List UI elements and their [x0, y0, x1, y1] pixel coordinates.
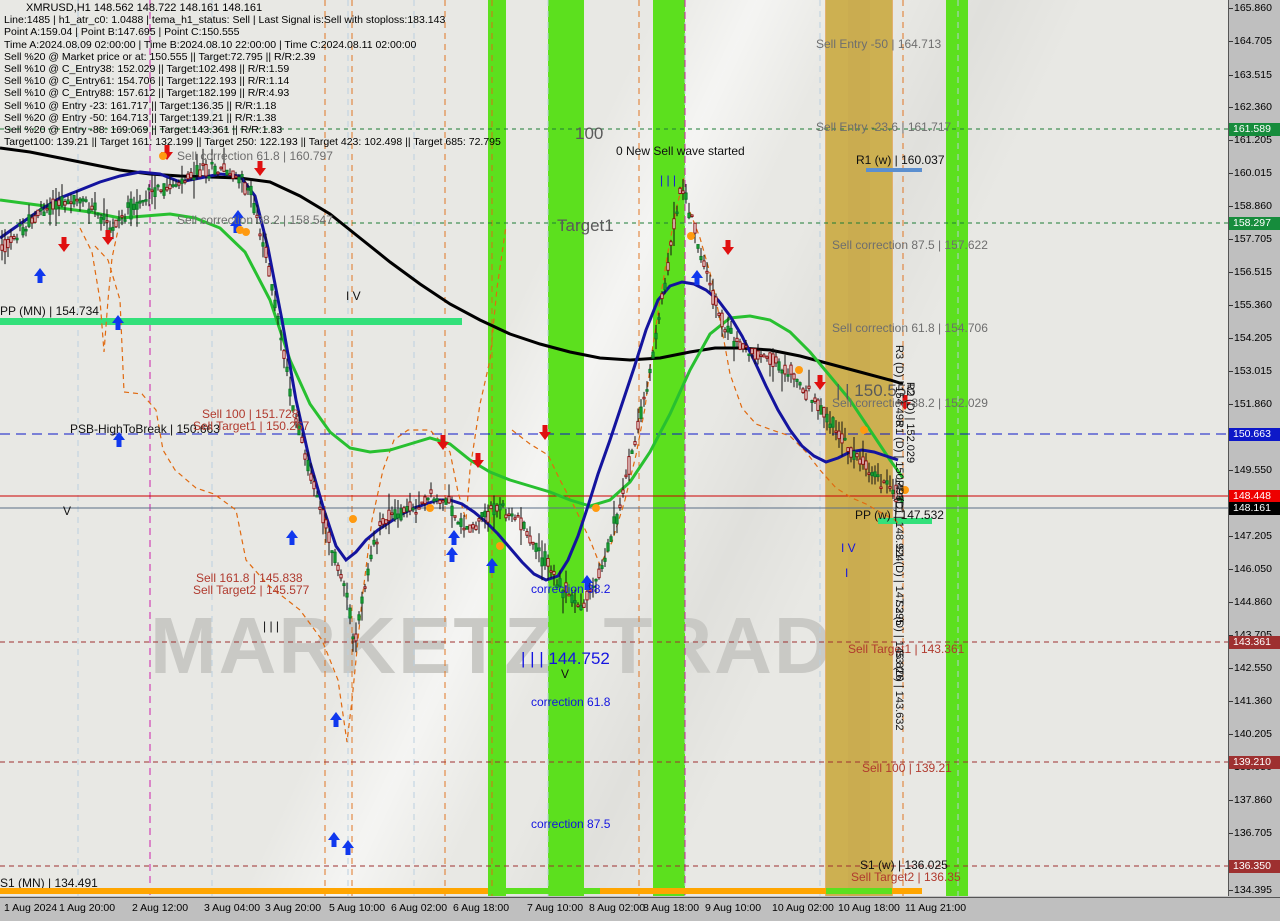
- price-tick-label: 164.705: [1234, 35, 1272, 47]
- price-tick-label: 156.515: [1234, 266, 1272, 278]
- session-bar: [488, 888, 600, 894]
- price-tick-mark: [1229, 470, 1233, 471]
- chart-info-line: Sell %10 @ C_Entry88: 157.612 || Target:…: [4, 87, 290, 100]
- price-tag[interactable]: 148.161: [1229, 502, 1280, 515]
- price-tick-label: 144.860: [1234, 596, 1272, 608]
- chart-plot-area[interactable]: MARKETZI TRADE Sell Entry -50 | 164.713 …: [0, 0, 1229, 896]
- price-tick-label: 151.860: [1234, 398, 1272, 410]
- time-tick-label: 8 Aug 02:00: [589, 902, 646, 914]
- price-tag[interactable]: 143.361: [1229, 636, 1280, 649]
- time-tick-label: 7 Aug 10:00: [527, 902, 584, 914]
- price-tick-label: 141.360: [1234, 695, 1272, 707]
- price-tag[interactable]: 161.589: [1229, 123, 1280, 136]
- price-tick-label: 153.015: [1234, 365, 1272, 377]
- price-tick-mark: [1229, 536, 1233, 537]
- price-tick-mark: [1229, 569, 1233, 570]
- price-tick-label: 158.860: [1234, 200, 1272, 212]
- price-tick-mark: [1229, 602, 1233, 603]
- price-tick-mark: [1229, 890, 1233, 891]
- price-tick-label: 165.860: [1234, 2, 1272, 14]
- chart-symbol-title: XMRUSD,H1 148.562 148.722 148.161 148.16…: [26, 2, 263, 14]
- time-tick-label: 2 Aug 12:00: [132, 902, 189, 914]
- price-tick-mark: [1229, 206, 1233, 207]
- price-tick-label: 136.705: [1234, 827, 1272, 839]
- price-tick-mark: [1229, 272, 1233, 273]
- price-tick-mark: [1229, 140, 1233, 141]
- price-tag[interactable]: 158.297: [1229, 217, 1280, 230]
- chart-info-line: Sell %10 @ C_Entry38: 152.029 || Target:…: [4, 63, 290, 76]
- price-scale[interactable]: 165.860 164.705 163.515 162.360 161.205 160.0…: [1229, 0, 1280, 896]
- price-tick-label: 137.860: [1234, 794, 1272, 806]
- session-bar: [826, 888, 892, 894]
- price-tick-mark: [1229, 239, 1233, 240]
- chart-info-line: Sell %20 @ Market price or at: 150.555 |…: [4, 50, 316, 63]
- time-tick-label: 11 Aug 21:00: [905, 902, 967, 914]
- price-tick-label: 146.050: [1234, 563, 1272, 575]
- price-tag[interactable]: 139.210: [1229, 756, 1280, 769]
- pivot-label-rotated: S3 (D) | 143.632: [893, 650, 905, 731]
- price-tick-mark: [1229, 833, 1233, 834]
- price-tick-label: 163.515: [1234, 69, 1272, 81]
- chart-info-header: XMRUSD,H1 148.562 148.722 148.161 148.16…: [4, 2, 501, 148]
- price-tick-label: 157.705: [1234, 233, 1272, 245]
- price-tick-label: 147.205: [1234, 530, 1272, 542]
- time-tick-label: 6 Aug 02:00: [391, 902, 448, 914]
- price-tick-mark: [1229, 668, 1233, 669]
- price-tag[interactable]: 150.663: [1229, 428, 1280, 441]
- price-tick-mark: [1229, 173, 1233, 174]
- chart-info-line: Sell %10 @ C_Entry61: 154.706 || Target:…: [4, 75, 290, 88]
- chart-info-line: Target100: 139.21 || Target 161: 132.199…: [4, 136, 501, 149]
- price-tick-label: 162.360: [1234, 101, 1272, 113]
- price-tick-mark: [1229, 305, 1233, 306]
- price-tick-mark: [1229, 701, 1233, 702]
- price-tick-label: 134.395: [1234, 884, 1272, 896]
- time-tick-label: 8 Aug 18:00: [643, 902, 700, 914]
- chart-info-line: Point A:159.04 | Point B:147.695 | Point…: [4, 26, 240, 39]
- chart-info-line: Line:1485 | h1_atr_c0: 1.0488 | tema_h1_…: [4, 14, 446, 27]
- time-tick-label: 9 Aug 10:00: [705, 902, 762, 914]
- price-tick-mark: [1229, 8, 1233, 9]
- time-tick-label: 6 Aug 18:00: [453, 902, 510, 914]
- price-tick-mark: [1229, 371, 1233, 372]
- time-tick-label: 10 Aug 18:00: [838, 902, 900, 914]
- time-scale[interactable]: 1 Aug 2024 1 Aug 20:00 2 Aug 12:00 3 Aug 04…: [0, 897, 1280, 921]
- time-tick-label: 5 Aug 10:00: [329, 902, 386, 914]
- chart-info-line: Time A:2024.08.09 02:00:00 | Time B:2024…: [4, 38, 417, 51]
- price-tick-label: 154.205: [1234, 332, 1272, 344]
- price-tick-mark: [1229, 41, 1233, 42]
- price-tick-label: 155.360: [1234, 299, 1272, 311]
- price-tick-label: 160.015: [1234, 167, 1272, 179]
- price-tick-mark: [1229, 338, 1233, 339]
- pivot-label-rotated: R2 (D) | 152.029: [904, 382, 916, 464]
- time-tick-label: 1 Aug 2024: [4, 902, 58, 914]
- time-tick-label: 3 Aug 04:00: [204, 902, 261, 914]
- chart-info-line: Sell %20 @ Entry -50: 164.713 || Target:…: [4, 111, 277, 124]
- time-tick-label: 3 Aug 20:00: [265, 902, 322, 914]
- price-tick-mark: [1229, 107, 1233, 108]
- price-tick-mark: [1229, 800, 1233, 801]
- price-tag[interactable]: 136.350: [1229, 860, 1280, 873]
- mt5-chart-window: MARKETZI TRADE Sell Entry -50 | 164.713 …: [0, 0, 1280, 921]
- price-tick-label: 142.550: [1234, 662, 1272, 674]
- price-tick-label: 140.205: [1234, 728, 1272, 740]
- time-tick-label: 10 Aug 02:00: [772, 902, 834, 914]
- time-tick-label: 1 Aug 20:00: [59, 902, 116, 914]
- chart-info-line: Sell %10 @ Entry -23: 161.717 || Target:…: [4, 99, 277, 112]
- session-bar: [0, 888, 922, 894]
- price-tick-mark: [1229, 404, 1233, 405]
- price-tick-mark: [1229, 75, 1233, 76]
- chart-info-line: Sell %20 @ Entry -88: 169.069 || Target:…: [4, 124, 283, 137]
- price-tick-mark: [1229, 734, 1233, 735]
- price-tick-label: 149.550: [1234, 464, 1272, 476]
